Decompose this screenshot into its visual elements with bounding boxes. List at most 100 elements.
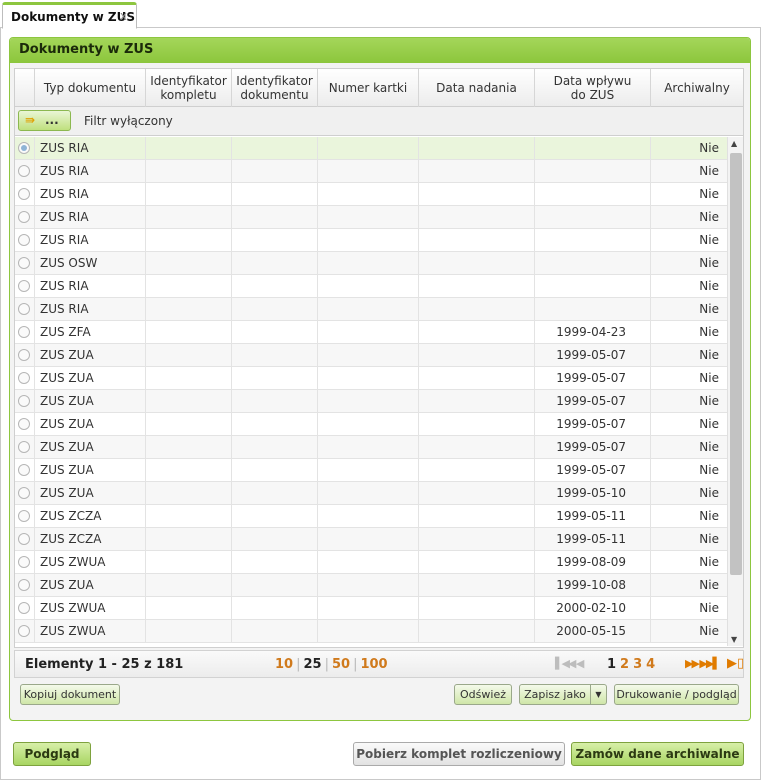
page-3[interactable]: 3 [633, 657, 642, 672]
refresh-button[interactable]: Odśwież [454, 684, 512, 705]
last-page-icon[interactable]: ▶▶ ▶▶▌ [685, 657, 721, 670]
cell-type: ZUS ZUA [35, 367, 146, 390]
order-archived-data-button[interactable]: Zamów dane archiwalne [571, 742, 744, 766]
cell-empty [232, 436, 318, 459]
row-radio[interactable] [18, 510, 30, 522]
cell-empty [318, 344, 419, 367]
scrollbar-thumb[interactable] [730, 153, 742, 575]
row-radio[interactable] [18, 165, 30, 177]
close-icon[interactable]: x [120, 9, 127, 23]
table-row[interactable]: ZUS ZUA 1999-10-08 Nie [15, 574, 727, 597]
cell-empty [318, 413, 419, 436]
cell-empty [419, 206, 535, 229]
column-header-type[interactable]: Typ dokumentu [35, 69, 146, 107]
table-row[interactable]: ZUS ZCZA 1999-05-11 Nie [15, 505, 727, 528]
page-size-icon[interactable]: ▶▯ [727, 656, 744, 671]
table-row[interactable]: ZUS ZUA 1999-05-07 Nie [15, 436, 727, 459]
row-radio[interactable] [18, 257, 30, 269]
page-4[interactable]: 4 [646, 657, 655, 672]
page-size-10[interactable]: 10 [275, 657, 293, 672]
row-radio[interactable] [18, 372, 30, 384]
first-page-icon[interactable]: ▌◀◀ ◀ [555, 657, 584, 670]
row-radio[interactable] [18, 418, 30, 430]
row-select-cell [15, 528, 35, 551]
row-radio[interactable] [18, 349, 30, 361]
table-row[interactable]: ZUS OSW Nie [15, 252, 727, 275]
row-radio[interactable] [18, 625, 30, 637]
copy-document-button[interactable]: Kopiuj dokument [20, 684, 120, 705]
column-header-set-id[interactable]: Identyfikator kompletu [146, 69, 232, 107]
cell-archived: Nie [699, 371, 719, 385]
triangle-down-icon[interactable]: ▼ [731, 635, 737, 644]
column-header-receipt-date[interactable]: Data wpływu do ZUS [535, 69, 651, 107]
tab-dokumenty-w-zus[interactable]: Dokumenty w ZUS x [2, 2, 137, 29]
preview-button[interactable]: Podgląd [13, 742, 91, 766]
page-size-100[interactable]: 100 [360, 657, 387, 672]
save-as-button[interactable]: Zapisz jako ▼ [519, 684, 607, 705]
cell-empty [146, 344, 232, 367]
column-header-send-date[interactable]: Data nadania [419, 69, 535, 107]
cell-archived: Nie [699, 325, 719, 339]
table-row[interactable]: ZUS ZUA 1999-05-07 Nie [15, 390, 727, 413]
vertical-scrollbar[interactable]: ▲ ▼ [727, 137, 743, 646]
chevron-down-icon[interactable]: ▼ [590, 685, 606, 704]
row-radio[interactable] [18, 487, 30, 499]
table-row[interactable]: ZUS ZWUA 1999-08-09 Nie [15, 551, 727, 574]
triangle-up-icon[interactable]: ▲ [731, 139, 737, 148]
table-row[interactable]: ZUS RIA Nie [15, 137, 727, 160]
row-radio[interactable] [18, 464, 30, 476]
table-row[interactable]: ZUS ZWUA 2000-02-10 Nie [15, 597, 727, 620]
table-row[interactable]: ZUS ZUA 1999-05-07 Nie [15, 413, 727, 436]
row-radio[interactable] [18, 395, 30, 407]
cell-empty [318, 183, 419, 206]
cell-type: ZUS ZUA [35, 390, 146, 413]
table-row[interactable]: ZUS RIA Nie [15, 275, 727, 298]
table-row[interactable]: ZUS RIA Nie [15, 206, 727, 229]
cell-empty [419, 505, 535, 528]
page-2[interactable]: 2 [620, 657, 629, 672]
filter-button[interactable]: ⇛ ... [18, 110, 71, 131]
fetch-settlement-set-button[interactable]: Pobierz komplet rozliczeniowy [353, 742, 565, 766]
row-radio[interactable] [18, 142, 30, 154]
table-row[interactable]: ZUS ZCZA 1999-05-11 Nie [15, 528, 727, 551]
table-row[interactable]: ZUS ZUA 1999-05-07 Nie [15, 459, 727, 482]
column-header-archived[interactable]: Archiwalny [651, 69, 743, 107]
page-size-50[interactable]: 50 [332, 657, 350, 672]
row-radio[interactable] [18, 188, 30, 200]
column-headers: Typ dokumentu Identyfikator kompletu Ide… [15, 69, 743, 107]
cell-empty [232, 620, 318, 643]
cell-empty [146, 413, 232, 436]
row-radio[interactable] [18, 556, 30, 568]
cell-receipt-date: 1999-05-07 [535, 344, 651, 367]
cell-empty [419, 551, 535, 574]
table-row[interactable]: ZUS ZFA 1999-04-23 Nie [15, 321, 727, 344]
row-radio[interactable] [18, 234, 30, 246]
row-radio[interactable] [18, 533, 30, 545]
row-radio[interactable] [18, 579, 30, 591]
cell-empty [232, 252, 318, 275]
page-1[interactable]: 1 [607, 657, 616, 672]
cell-archived: Nie [699, 532, 719, 546]
row-radio[interactable] [18, 326, 30, 338]
row-radio[interactable] [18, 303, 30, 315]
row-radio[interactable] [18, 602, 30, 614]
cell-receipt-date: 1999-08-09 [535, 551, 651, 574]
table-row[interactable]: ZUS ZUA 1999-05-10 Nie [15, 482, 727, 505]
table-row[interactable]: ZUS RIA Nie [15, 183, 727, 206]
column-header-card-number[interactable]: Numer kartki [318, 69, 419, 107]
cell-receipt-date [535, 275, 651, 298]
table-row[interactable]: ZUS ZUA 1999-05-07 Nie [15, 344, 727, 367]
cell-empty [318, 574, 419, 597]
row-radio[interactable] [18, 280, 30, 292]
table-row[interactable]: ZUS ZWUA 2000-05-15 Nie [15, 620, 727, 643]
column-header-doc-id[interactable]: Identyfikator dokumentu [232, 69, 318, 107]
page-size-25[interactable]: 25 [303, 657, 321, 672]
cell-empty [146, 390, 232, 413]
table-row[interactable]: ZUS RIA Nie [15, 229, 727, 252]
row-radio[interactable] [18, 441, 30, 453]
table-row[interactable]: ZUS RIA Nie [15, 160, 727, 183]
print-preview-button[interactable]: Drukowanie / podgląd [614, 684, 739, 705]
table-row[interactable]: ZUS ZUA 1999-05-07 Nie [15, 367, 727, 390]
table-row[interactable]: ZUS RIA Nie [15, 298, 727, 321]
row-radio[interactable] [18, 211, 30, 223]
